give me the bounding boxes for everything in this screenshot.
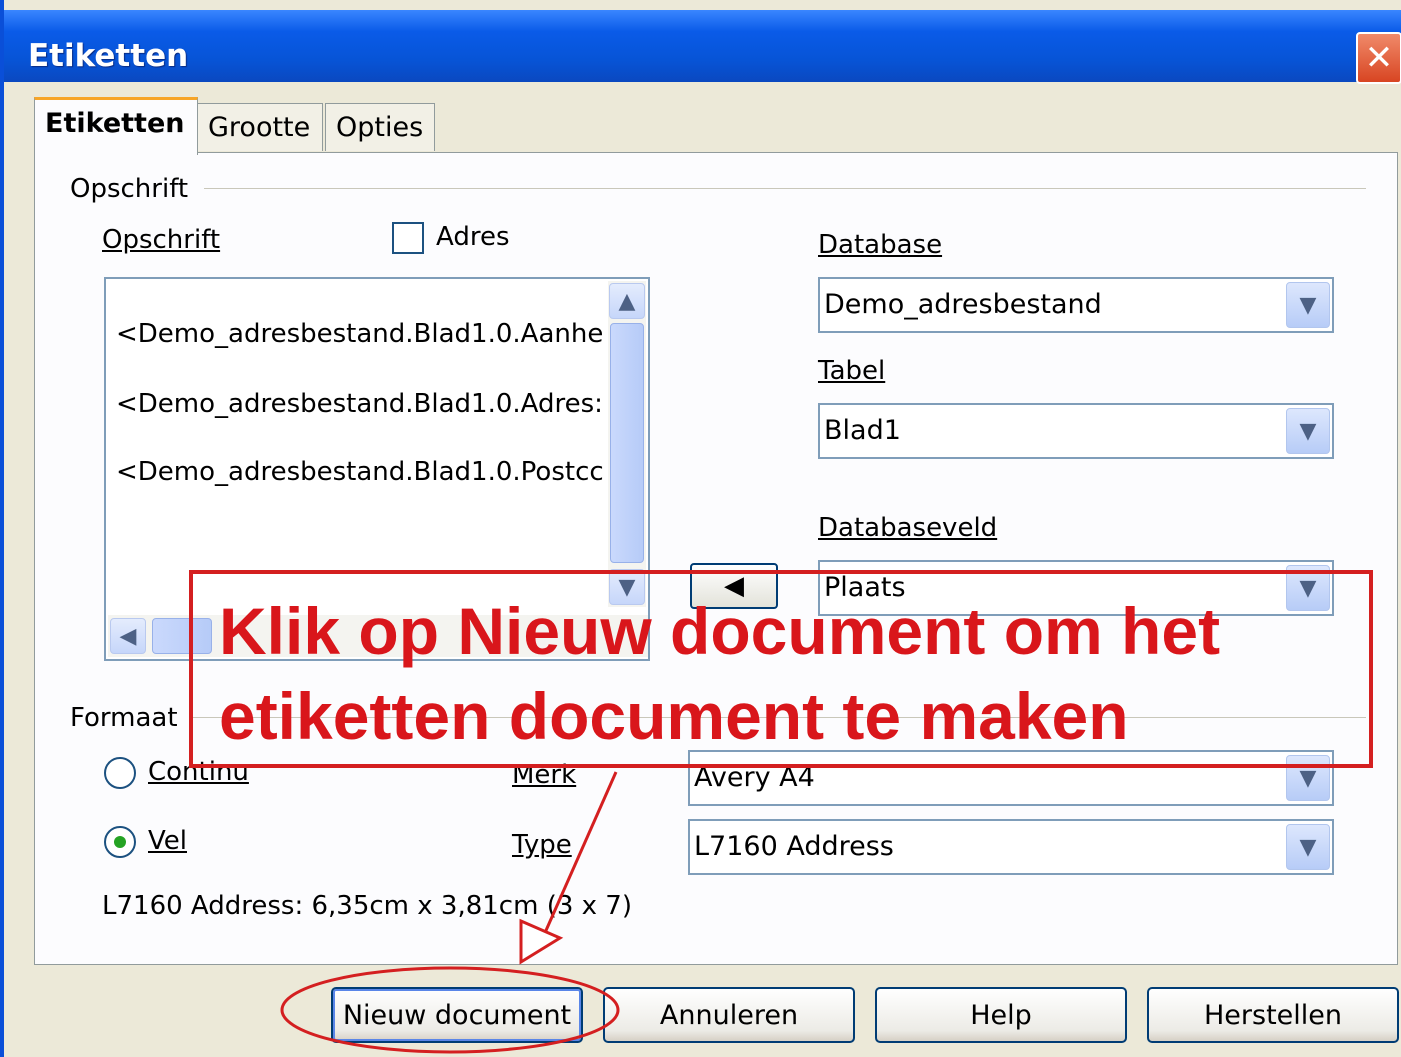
chevron-up-icon[interactable]: ▲ (609, 283, 645, 319)
database-select[interactable]: Demo_adresbestand ▼ (818, 277, 1334, 333)
tabel-label: Tabel (818, 356, 886, 386)
databaseveld-label: Databaseveld (818, 513, 998, 543)
opschrift-group-title: Opschrift (70, 174, 189, 204)
type-select[interactable]: L7160 Address ▼ (688, 819, 1334, 875)
tab-grootte[interactable]: Grootte (197, 103, 323, 151)
tab-etiketten[interactable]: Etiketten (34, 97, 198, 155)
chevron-down-icon[interactable]: ▼ (1286, 282, 1330, 328)
vel-label: Vel (148, 826, 187, 856)
tabel-select[interactable]: Blad1 ▼ (818, 403, 1334, 459)
tabel-value: Blad1 (824, 415, 901, 446)
tab-opties[interactable]: Opties (325, 103, 435, 151)
chevron-down-icon[interactable]: ▼ (1286, 824, 1330, 870)
list-item: <Demo_adresbestand.Blad1.0.Adres: (116, 389, 603, 419)
scroll-thumb[interactable] (610, 323, 644, 563)
help-button[interactable]: Help (875, 987, 1127, 1043)
type-label: Type (512, 830, 572, 860)
chevron-down-icon[interactable]: ▼ (1286, 408, 1330, 454)
chevron-left-icon[interactable]: ◀ (110, 618, 146, 654)
close-icon[interactable]: ✕ (1356, 32, 1401, 84)
group-divider (204, 188, 1366, 189)
continu-radio[interactable] (104, 757, 136, 789)
annotation-line-2: etiketten document te maken (219, 679, 1129, 753)
database-label: Database (818, 230, 943, 260)
window-title: Etiketten (28, 38, 189, 74)
cancel-button[interactable]: Annuleren (603, 987, 855, 1043)
format-info: L7160 Address: 6,35cm x 3,81cm (3 x 7) (102, 891, 632, 921)
list-item: <Demo_adresbestand.Blad1.0.Postcc (116, 457, 604, 487)
vertical-scrollbar[interactable]: ▲ ▼ (608, 281, 646, 607)
labels-dialog: Etiketten ✕ Etiketten Grootte Opties Ops… (0, 0, 1401, 1057)
type-value: L7160 Address (694, 831, 894, 862)
list-item: <Demo_adresbestand.Blad1.0.Aanhe (116, 319, 604, 349)
vel-radio[interactable] (104, 826, 136, 858)
annotation-line-1: Klik op Nieuw document om het (219, 594, 1221, 668)
title-bar[interactable]: Etiketten ✕ (4, 10, 1401, 84)
new-document-button[interactable]: Nieuw document (331, 987, 583, 1043)
formaat-group-title: Formaat (70, 703, 178, 733)
opschrift-label: Opschrift (102, 225, 221, 255)
adres-label: Adres (436, 222, 510, 252)
reset-button[interactable]: Herstellen (1147, 987, 1399, 1043)
database-value: Demo_adresbestand (824, 289, 1102, 320)
adres-checkbox[interactable] (392, 222, 424, 254)
